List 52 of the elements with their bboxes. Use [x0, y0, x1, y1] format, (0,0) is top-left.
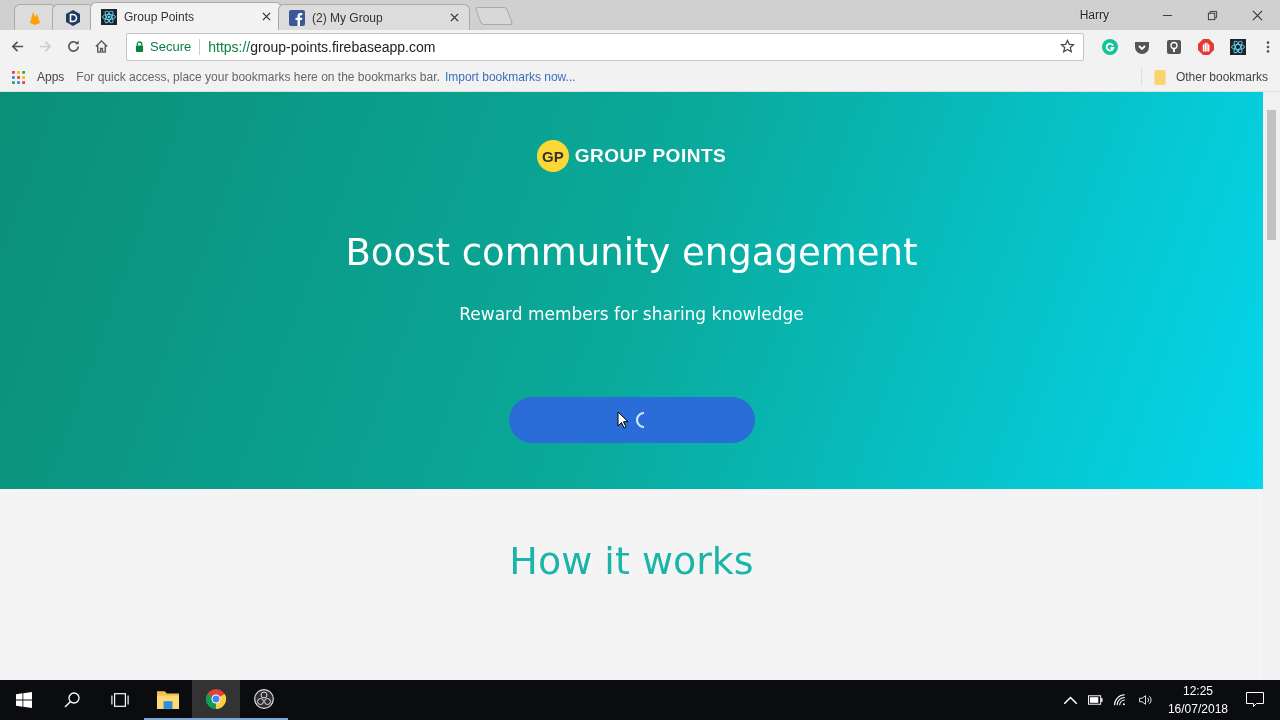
back-icon[interactable] — [10, 39, 25, 54]
folder-icon — [1153, 69, 1166, 85]
menu-icon[interactable] — [1266, 39, 1270, 54]
bookmarks-hint: For quick access, place your bookmarks here on the bookmarks bar. — [76, 70, 440, 84]
atom-icon — [101, 8, 117, 25]
clock-date: 16/07/2018 — [1167, 701, 1228, 718]
cursor-icon — [616, 411, 629, 429]
secure-label: Secure — [150, 39, 192, 54]
spinner-icon — [634, 411, 647, 429]
close-icon[interactable] — [262, 12, 271, 21]
chrome-logo-icon — [205, 689, 227, 709]
brand-name: GROUP POINTS — [574, 145, 727, 167]
tab-title: (2) My Group — [312, 10, 384, 25]
letter-d-icon — [65, 9, 81, 26]
restore-icon[interactable] — [1207, 9, 1218, 21]
lightbulb-icon[interactable] — [1166, 38, 1182, 55]
speaker-icon[interactable] — [1137, 694, 1153, 706]
import-bookmarks-link[interactable]: Import bookmarks now... — [444, 70, 576, 84]
apps-grid-icon[interactable] — [12, 70, 25, 84]
url-text: https://group-points.firebaseapp.com — [208, 38, 436, 55]
scrollbar[interactable] — [1263, 92, 1280, 680]
other-bookmarks-link[interactable]: Other bookmarks — [1175, 70, 1268, 84]
browser-tab[interactable]: Group Points — [90, 2, 282, 30]
apps-link[interactable]: Apps — [37, 70, 65, 84]
task-view-icon[interactable] — [111, 692, 129, 708]
logo-badge: GP — [536, 140, 569, 172]
windows-start-icon[interactable] — [16, 692, 32, 708]
browser-tab[interactable]: (2) My Group — [278, 4, 470, 30]
profile-name[interactable]: Harry — [1079, 8, 1109, 22]
atom-icon[interactable] — [1230, 38, 1246, 55]
close-icon[interactable] — [1252, 9, 1263, 21]
wifi-icon[interactable] — [1112, 694, 1128, 706]
chevron-up-icon[interactable] — [1062, 694, 1078, 706]
home-icon[interactable] — [94, 39, 109, 54]
folder-icon — [157, 689, 179, 709]
lock-icon — [135, 41, 144, 52]
close-icon[interactable] — [450, 13, 459, 22]
headline: Boost community engagement — [345, 231, 918, 274]
taskbar-app[interactable] — [192, 680, 240, 720]
reload-icon[interactable] — [66, 39, 81, 54]
clock-time: 12:25 — [1182, 683, 1213, 700]
tab-title: Group Points — [124, 9, 196, 24]
circle-logo-icon — [253, 689, 275, 709]
section-title: How it works — [509, 539, 754, 583]
address-bar[interactable]: Secure https://group-points.firebaseapp.com — [126, 32, 1084, 61]
hand-icon[interactable] — [1198, 38, 1214, 55]
star-icon[interactable] — [1060, 39, 1075, 54]
battery-icon[interactable] — [1087, 694, 1103, 706]
letter-f-icon — [289, 9, 305, 26]
subtitle: Reward members for sharing knowledge — [459, 304, 804, 324]
search-icon[interactable] — [63, 692, 81, 708]
notification-icon[interactable] — [1246, 692, 1264, 708]
